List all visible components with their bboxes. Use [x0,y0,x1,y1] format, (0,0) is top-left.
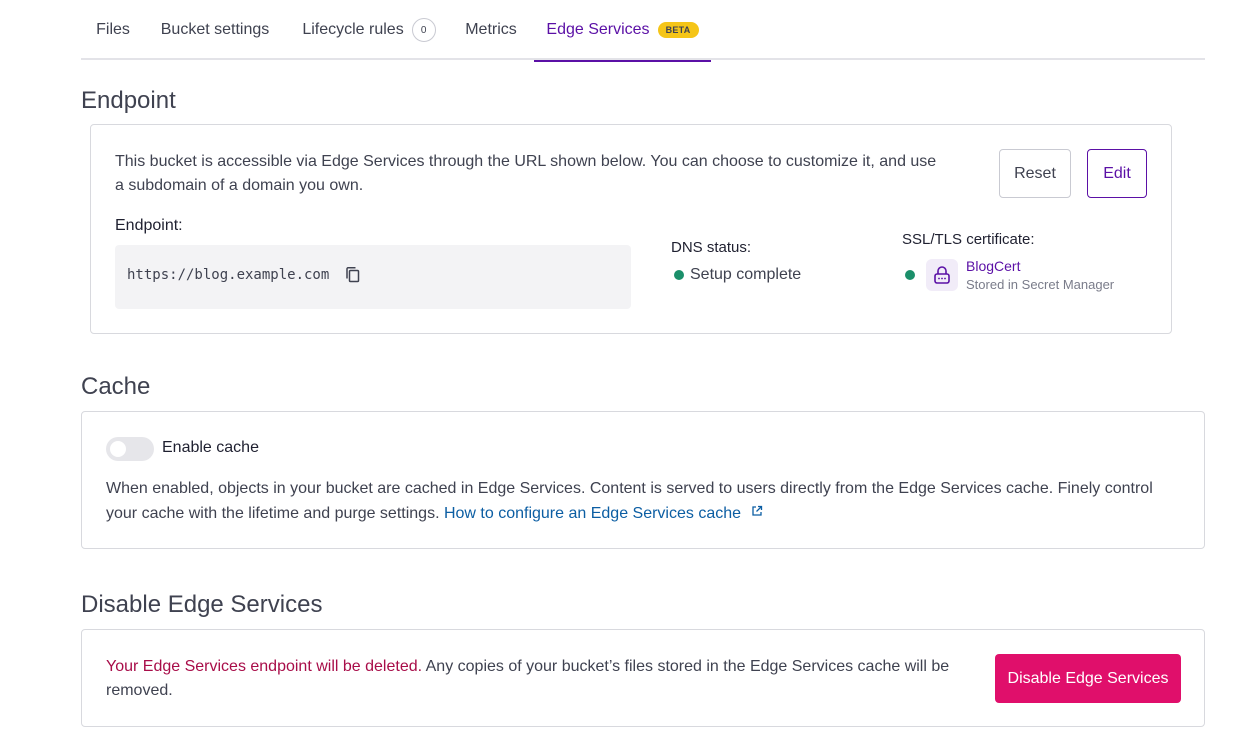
endpoint-section-title: Endpoint [81,87,176,114]
cache-config-link-text: How to configure an Edge Services cache [443,505,742,522]
cache-description: When enabled, objects in your bucket are… [106,477,1186,526]
dns-status-label: DNS status: [671,239,752,256]
tab-edge-services-label: Edge Services [546,21,650,38]
copy-icon[interactable] [345,266,361,289]
lock-icon [926,259,958,291]
beta-badge: BETA [657,22,699,38]
disable-card: Your Edge Services endpoint will be dele… [81,629,1205,727]
dns-status-dot [674,270,684,280]
certificate-status-dot [905,270,915,280]
disable-warning-strong: Your Edge Services endpoint will be dele… [106,658,423,675]
cache-section-title: Cache [81,373,151,400]
cache-config-link[interactable]: How to configure an Edge Services cache [444,505,764,522]
dns-status-value: Setup complete [690,266,802,283]
certificate-name-link[interactable]: BlogCert [966,258,1020,274]
disable-section-title: Disable Edge Services [81,591,323,618]
enable-cache-label: Enable cache [162,439,259,456]
reset-button[interactable]: Reset [999,149,1071,198]
tab-bar: Files Bucket settings Lifecycle rules 0 … [81,0,1205,62]
cache-card: Enable cache When enabled, objects in yo… [81,411,1205,549]
tab-bucket-settings-label: Bucket settings [160,21,270,38]
endpoint-description: This bucket is accessible via Edge Servi… [115,153,937,194]
endpoint-url-box: https://blog.example.com [115,245,631,309]
tab-edge-services[interactable]: Edge Services BETA [534,0,711,62]
endpoint-card: This bucket is accessible via Edge Servi… [90,124,1172,334]
ssl-certificate-label: SSL/TLS certificate: [902,231,1035,248]
tab-lifecycle-rules[interactable]: Lifecycle rules 0 [285,0,453,60]
tab-bucket-settings[interactable]: Bucket settings [145,0,285,60]
disable-edge-services-button[interactable]: Disable Edge Services [995,654,1181,703]
toggle-knob [110,441,126,457]
tab-metrics[interactable]: Metrics [453,0,529,60]
enable-cache-toggle[interactable] [106,437,154,461]
tab-files[interactable]: Files [81,0,145,60]
endpoint-url: https://blog.example.com [127,267,330,283]
tab-files-label: Files [96,21,130,38]
tab-lifecycle-rules-label: Lifecycle rules [302,21,404,38]
lifecycle-count-badge: 0 [411,18,436,42]
tab-metrics-label: Metrics [465,21,517,38]
certificate-store-text: Stored in Secret Manager [966,277,1115,292]
edit-button[interactable]: Edit [1087,149,1147,198]
external-link-icon [751,501,763,525]
disable-warning: Your Edge Services endpoint will be dele… [106,655,956,703]
endpoint-label: Endpoint: [115,217,183,234]
